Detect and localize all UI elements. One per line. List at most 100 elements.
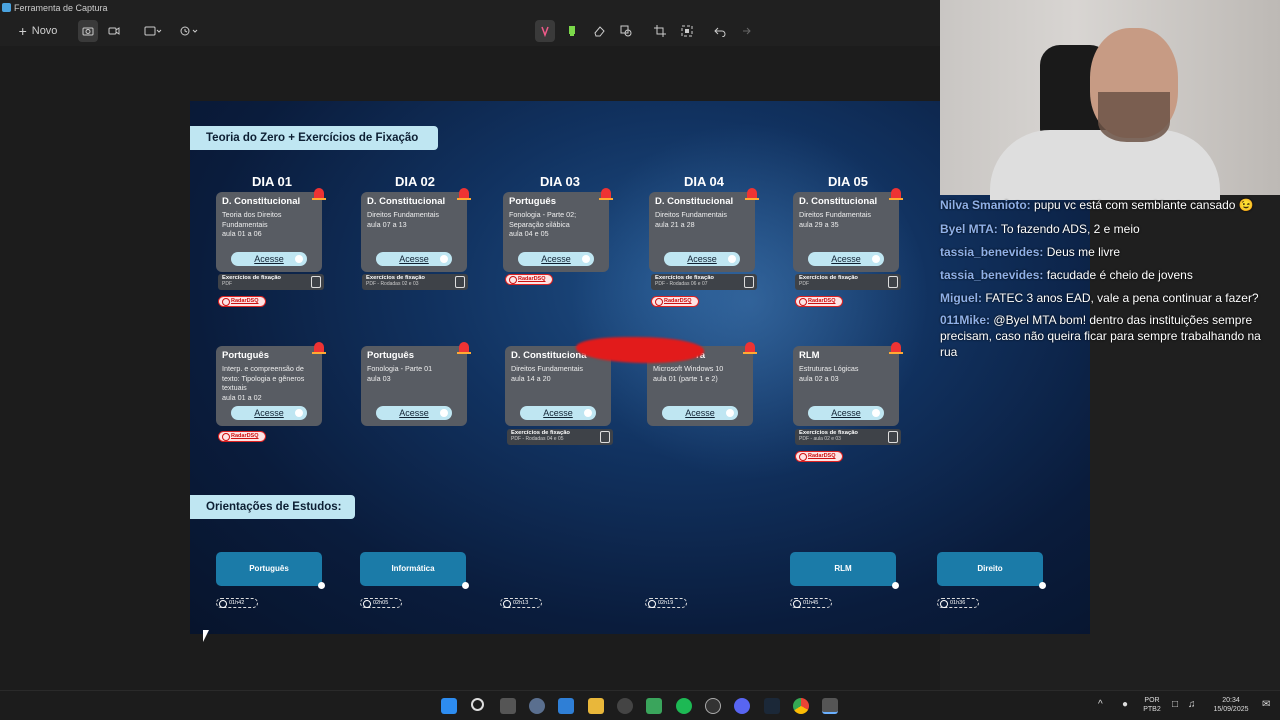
access-button[interactable]: Acesse <box>662 406 738 420</box>
lesson-subject: D. Constitucional <box>367 196 446 207</box>
search-icon[interactable] <box>471 698 484 711</box>
access-button[interactable]: Acesse <box>376 406 452 420</box>
subject-button-rlm[interactable]: RLM <box>790 552 899 589</box>
text-actions-tool[interactable] <box>677 20 697 42</box>
lesson-desc: Direitos Fundamentais aula 14 a 20 <box>511 364 583 383</box>
snipping-tool-icon[interactable] <box>822 698 838 714</box>
new-button-label: Novo <box>31 25 58 37</box>
access-button[interactable]: Acesse <box>520 406 596 420</box>
access-button[interactable]: Acesse <box>808 406 884 420</box>
shapes-tool[interactable] <box>616 20 636 42</box>
duration-badge: 02h05 <box>360 598 402 608</box>
chat-user: tassia_benevides: <box>940 268 1044 282</box>
undo-button[interactable] <box>710 20 730 42</box>
chat-text: facudade é cheio de jovens <box>1046 268 1193 282</box>
file-explorer-icon[interactable] <box>588 698 604 714</box>
app-icon[interactable] <box>705 698 721 714</box>
screenshot-mode-button[interactable] <box>78 20 98 42</box>
exercise-desc: PDF <box>799 281 809 287</box>
redo-button[interactable] <box>735 20 755 42</box>
clock-date: 15/09/2025 <box>1213 706 1249 713</box>
task-view-icon[interactable] <box>500 698 516 714</box>
rectangle-icon <box>144 26 162 36</box>
eraser-tool[interactable] <box>589 20 609 42</box>
mouse-cursor <box>203 630 209 642</box>
radar-badge[interactable]: RadarDSQ <box>218 431 266 442</box>
highlighter-icon <box>569 26 575 36</box>
access-button[interactable]: Acesse <box>518 252 594 266</box>
lesson-desc: Fonologia - Parte 01 aula 03 <box>367 364 433 383</box>
lesson-card: D. Constitucional Direitos Fundamentais … <box>793 188 903 272</box>
lesson-card: D. Constitucional Direitos Fundamentais … <box>649 188 759 272</box>
taskbar: ^ ● POR PTB2 □ ♫ 20:34 15/09/2025 ✉ <box>0 690 1280 720</box>
radar-badge[interactable]: RadarDSQ <box>795 296 843 307</box>
window-title: Ferramenta de Captura <box>14 3 108 13</box>
snipping-tool-icon <box>2 3 11 12</box>
spotify-icon[interactable] <box>676 698 692 714</box>
app-icon[interactable] <box>646 698 662 714</box>
chrome-icon[interactable] <box>793 698 809 714</box>
document-icon <box>888 276 898 288</box>
snip-shape-dropdown[interactable] <box>140 20 166 42</box>
access-button[interactable]: Acesse <box>376 252 452 266</box>
language-indicator[interactable]: POR PTB2 <box>1140 696 1164 714</box>
volume-icon[interactable]: ♫ <box>1188 700 1196 710</box>
document-icon <box>600 431 610 443</box>
radar-badge[interactable]: RadarDSQ <box>218 296 266 307</box>
lesson-card: D. Constitucional Teoria dos Direitos Fu… <box>216 188 326 272</box>
photos-icon[interactable] <box>558 698 574 714</box>
shapes-icon <box>620 25 632 37</box>
lesson-subject: D. Constitucional <box>222 196 301 207</box>
app-icon[interactable] <box>617 698 633 714</box>
video-mode-button[interactable] <box>104 20 124 42</box>
exercise-link[interactable]: Exercícios de fixação PDF - Rodadas 06 e… <box>651 274 757 290</box>
pen-tool[interactable] <box>535 20 555 42</box>
new-button[interactable]: + Novo <box>12 20 64 42</box>
lesson-subject: D. Constitucional <box>799 196 878 207</box>
window-titlebar: Ferramenta de Captura <box>0 0 940 16</box>
chat-message: Nilva Smanioto: pupu vc está com semblan… <box>940 197 1280 213</box>
exercise-link[interactable]: Exercícios de fixação PDF <box>218 274 324 290</box>
exercise-link[interactable]: Exercícios de fixação PDF - Rodadas 04 e… <box>507 429 613 445</box>
exercise-link[interactable]: Exercícios de fixação PDF <box>795 274 901 290</box>
network-icon[interactable]: □ <box>1172 700 1178 710</box>
lesson-card: D. Constitucional Direitos Fundamentais … <box>361 188 471 272</box>
windows-start-icon[interactable] <box>441 698 457 714</box>
duration-badge: 01h42 <box>216 598 258 608</box>
settings-icon[interactable] <box>529 698 545 714</box>
radar-badge[interactable]: RadarDSQ <box>505 274 553 285</box>
subject-button-informatica[interactable]: Informática <box>360 552 469 589</box>
subject-button-direito[interactable]: Direito <box>937 552 1046 589</box>
delay-dropdown[interactable] <box>176 20 202 42</box>
eraser-icon <box>594 26 605 37</box>
notifications-icon[interactable]: ✉ <box>1262 700 1270 710</box>
lesson-subject: Português <box>509 196 556 207</box>
lesson-card: RLM Estruturas Lógicas aula 02 a 03 Aces… <box>793 342 903 426</box>
lesson-card: Português Interp. e compreensão de texto… <box>216 342 326 426</box>
clock-icon <box>180 26 198 36</box>
subject-button-portugues[interactable]: Português <box>216 552 325 589</box>
chat-user: Byel MTA: <box>940 222 998 236</box>
radar-badge[interactable]: RadarDSQ <box>651 296 699 307</box>
plus-icon: + <box>18 23 27 39</box>
duration-badge: 01h36 <box>937 598 979 608</box>
access-button[interactable]: Acesse <box>808 252 884 266</box>
clock[interactable]: 20:34 15/09/2025 <box>1206 696 1256 714</box>
access-button[interactable]: Acesse <box>231 252 307 266</box>
access-button[interactable]: Acesse <box>664 252 740 266</box>
person-shirt <box>990 130 1220 200</box>
access-button[interactable]: Acesse <box>231 406 307 420</box>
crop-tool[interactable] <box>650 20 670 42</box>
exercise-link[interactable]: Exercícios de fixação PDF - aula 02 e 03 <box>795 429 901 445</box>
highlighter-tool[interactable] <box>562 20 582 42</box>
radar-badge[interactable]: RadarDSQ <box>795 451 843 462</box>
steam-icon[interactable] <box>764 698 780 714</box>
discord-icon[interactable] <box>734 698 750 714</box>
lesson-subject: RLM <box>799 350 820 361</box>
exercise-link[interactable]: Exercícios de fixação PDF - Rodadas 02 e… <box>362 274 468 290</box>
chevron-up-icon[interactable]: ^ <box>1098 700 1103 710</box>
document-icon <box>744 276 754 288</box>
microphone-icon[interactable]: ● <box>1122 700 1128 710</box>
snip-toolbar: + Novo <box>0 16 940 46</box>
chat-user: tassia_benevides: <box>940 245 1044 259</box>
